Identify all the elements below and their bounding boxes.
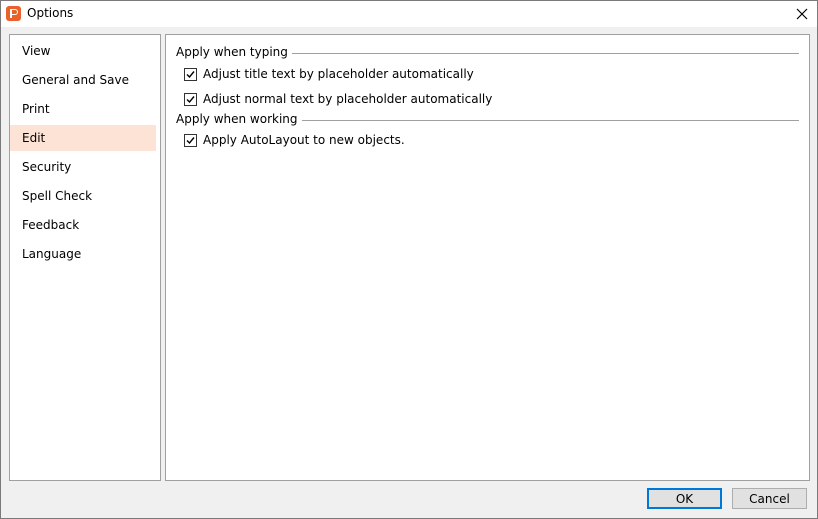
checkbox-apply-autolayout[interactable] — [184, 133, 197, 147]
group-header-working: Apply when working — [176, 112, 799, 126]
group-title-working: Apply when working — [176, 112, 298, 126]
sidebar-item-language[interactable]: Language — [10, 241, 156, 267]
title-bar: Options — [1, 1, 817, 27]
sidebar: View General and Save Print Edit Securit… — [9, 34, 161, 481]
option-label: Adjust normal text by placeholder automa… — [203, 92, 493, 106]
sidebar-item-edit[interactable]: Edit — [10, 125, 156, 151]
group-title-typing: Apply when typing — [176, 45, 288, 59]
sidebar-item-general-and-save[interactable]: General and Save — [10, 67, 156, 93]
sidebar-item-print[interactable]: Print — [10, 96, 156, 122]
option-label: Adjust title text by placeholder automat… — [203, 67, 474, 81]
sidebar-item-security[interactable]: Security — [10, 154, 156, 180]
ok-button[interactable]: OK — [647, 488, 722, 509]
checkbox-adjust-normal-text[interactable] — [184, 92, 197, 106]
option-adjust-title-text[interactable]: Adjust title text by placeholder automat… — [184, 67, 474, 81]
group-divider — [301, 119, 799, 121]
checkmark-icon — [186, 136, 195, 144]
sidebar-item-spell-check[interactable]: Spell Check — [10, 183, 156, 209]
checkmark-icon — [186, 70, 195, 78]
edit-settings-panel: Apply when typing Adjust title text by p… — [165, 34, 810, 481]
sidebar-item-view[interactable]: View — [10, 38, 156, 64]
sidebar-item-feedback[interactable]: Feedback — [10, 212, 156, 238]
checkmark-icon — [186, 95, 195, 103]
checkbox-adjust-title-text[interactable] — [184, 67, 197, 81]
option-label: Apply AutoLayout to new objects. — [203, 133, 405, 147]
option-apply-autolayout[interactable]: Apply AutoLayout to new objects. — [184, 133, 405, 147]
option-adjust-normal-text[interactable]: Adjust normal text by placeholder automa… — [184, 92, 492, 106]
options-dialog: Options View General and Save Print Edit… — [0, 0, 818, 519]
window-title: Options — [27, 6, 74, 20]
close-button[interactable] — [787, 1, 817, 27]
app-icon — [6, 6, 21, 21]
group-divider — [291, 52, 799, 54]
group-header-typing: Apply when typing — [176, 45, 799, 59]
cancel-button[interactable]: Cancel — [732, 488, 807, 509]
close-icon — [796, 8, 808, 20]
